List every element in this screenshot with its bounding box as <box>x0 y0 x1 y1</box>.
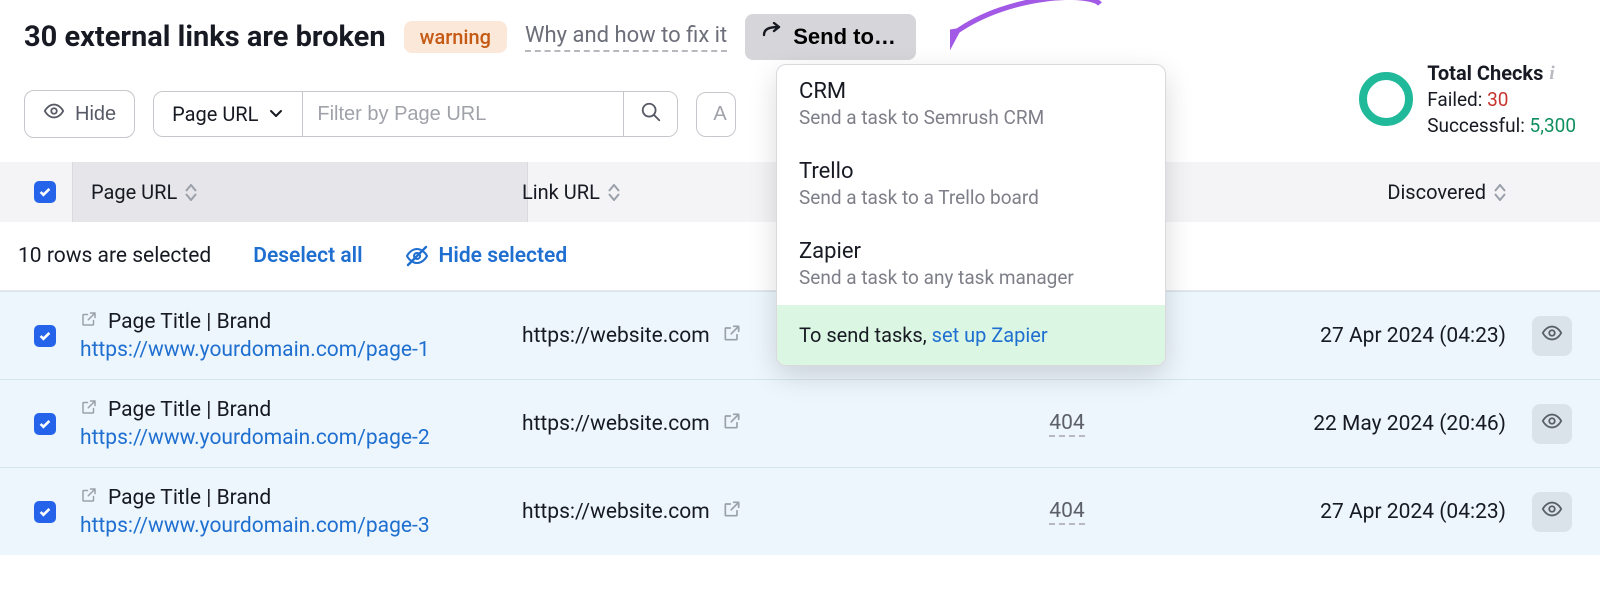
hide-selected-link[interactable]: Hide selected <box>405 244 568 268</box>
deselect-all-link[interactable]: Deselect all <box>253 244 362 268</box>
select-all-checkbox[interactable] <box>34 181 56 203</box>
info-icon[interactable]: i <box>1549 61 1554 87</box>
truncated-button[interactable]: A <box>696 92 736 137</box>
help-link[interactable]: Why and how to fix it <box>525 23 727 52</box>
successful-label: Successful: <box>1427 114 1525 137</box>
column-label: Page URL <box>91 180 177 204</box>
dropdown-item-crm[interactable]: CRM Send a task to Semrush CRM <box>777 65 1165 145</box>
total-checks-panel: Total Checks i Failed: 30 Successful: 5,… <box>1359 60 1576 138</box>
row-checkbox[interactable] <box>34 501 56 523</box>
column-label: Discovered <box>1387 180 1486 204</box>
external-link-icon[interactable] <box>722 411 742 437</box>
failed-value: 30 <box>1487 88 1508 111</box>
page-url-link[interactable]: https://www.yourdomain.com/page-1 <box>80 338 522 362</box>
selection-count: 10 rows are selected <box>18 244 211 268</box>
link-url-text: https://website.com <box>522 324 710 348</box>
row-view-button[interactable] <box>1532 404 1572 444</box>
dropdown-item-trello[interactable]: Trello Send a task to a Trello board <box>777 145 1165 225</box>
column-header-discovered[interactable]: Discovered <box>1152 180 1522 204</box>
total-checks-donut-icon <box>1359 72 1413 126</box>
dropdown-footer-text: To send tasks, <box>799 323 932 347</box>
discovered-date: 27 Apr 2024 (04:23) <box>1320 324 1506 348</box>
row-view-button[interactable] <box>1532 316 1572 356</box>
send-to-dropdown: CRM Send a task to Semrush CRM Trello Se… <box>776 64 1166 366</box>
link-url-text: https://website.com <box>522 412 710 436</box>
dropdown-footer: To send tasks, set up Zapier <box>777 305 1165 365</box>
filter-field-select[interactable]: Page URL <box>154 92 303 136</box>
discovered-date: 22 May 2024 (20:46) <box>1313 412 1506 436</box>
external-link-icon <box>80 310 98 334</box>
column-label: Link URL <box>522 180 600 204</box>
warning-badge: warning <box>404 21 507 53</box>
share-arrow-icon <box>759 22 783 52</box>
page-title-text: Page Title | Brand <box>108 310 271 334</box>
filter-input[interactable] <box>303 92 623 136</box>
discovered-date: 27 Apr 2024 (04:23) <box>1320 500 1506 524</box>
sort-icon <box>1494 184 1506 201</box>
dropdown-item-title: CRM <box>799 79 1143 104</box>
eye-icon <box>1541 498 1563 525</box>
page-title: 30 external links are broken <box>24 20 386 54</box>
page-url-link[interactable]: https://www.yourdomain.com/page-3 <box>80 514 522 538</box>
link-url-text: https://website.com <box>522 500 710 524</box>
hide-label: Hide <box>75 103 116 126</box>
http-status: 404 <box>1049 411 1084 437</box>
external-link-icon[interactable] <box>722 323 742 349</box>
sort-icon <box>185 184 197 201</box>
failed-label: Failed: <box>1427 88 1482 111</box>
send-to-button[interactable]: Send to… <box>745 14 916 60</box>
eye-icon <box>1541 322 1563 349</box>
row-checkbox[interactable] <box>34 413 56 435</box>
page-title-text: Page Title | Brand <box>108 398 271 422</box>
page-title-text: Page Title | Brand <box>108 486 271 510</box>
dropdown-item-title: Zapier <box>799 239 1143 264</box>
filter-group: Page URL <box>153 91 678 137</box>
chevron-down-icon <box>268 102 284 126</box>
external-link-icon[interactable] <box>722 499 742 525</box>
row-checkbox[interactable] <box>34 325 56 347</box>
send-to-label: Send to… <box>793 24 896 50</box>
eye-icon <box>1541 410 1563 437</box>
http-status: 404 <box>1049 499 1084 525</box>
page-url-link[interactable]: https://www.yourdomain.com/page-2 <box>80 426 522 450</box>
hide-selected-label: Hide selected <box>439 244 568 268</box>
dropdown-item-zapier[interactable]: Zapier Send a task to any task manager <box>777 225 1165 305</box>
external-link-icon <box>80 398 98 422</box>
dropdown-item-title: Trello <box>799 159 1143 184</box>
dropdown-item-subtitle: Send a task to any task manager <box>799 266 1143 289</box>
filter-field-label: Page URL <box>172 102 258 126</box>
external-link-icon <box>80 486 98 510</box>
dropdown-item-subtitle: Send a task to Semrush CRM <box>799 106 1143 129</box>
search-icon <box>640 101 662 128</box>
eye-icon <box>43 100 65 128</box>
dropdown-footer-link[interactable]: set up Zapier <box>932 323 1048 347</box>
dropdown-item-subtitle: Send a task to a Trello board <box>799 186 1143 209</box>
row-view-button[interactable] <box>1532 492 1572 532</box>
sort-icon <box>608 184 620 201</box>
column-header-page-url[interactable]: Page URL <box>72 162 528 222</box>
successful-value: 5,300 <box>1530 114 1576 137</box>
table-row: Page Title | Brand https://www.yourdomai… <box>0 379 1600 467</box>
table-row: Page Title | Brand https://www.yourdomai… <box>0 467 1600 555</box>
total-checks-title: Total Checks <box>1427 60 1543 87</box>
hide-button[interactable]: Hide <box>24 90 135 138</box>
filter-search-button[interactable] <box>623 92 677 136</box>
eye-off-icon <box>405 244 429 268</box>
annotation-arrow <box>950 0 1110 52</box>
